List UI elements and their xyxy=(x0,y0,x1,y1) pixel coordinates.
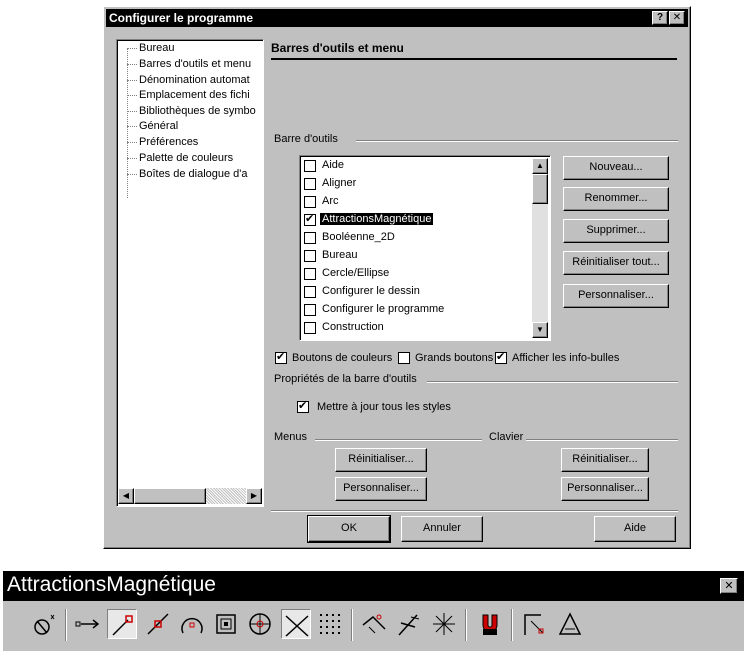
reset-all-button[interactable]: Réinitialiser tout... xyxy=(563,251,669,275)
large-buttons-checkbox[interactable] xyxy=(398,352,410,364)
snap-angle-icon[interactable] xyxy=(519,609,549,639)
color-buttons-label: Boutons de couleurs xyxy=(292,352,393,364)
snap-to-midpoint-icon[interactable] xyxy=(143,609,173,639)
configure-program-dialog: Configurer le programme ? ✕ Bureau Barre… xyxy=(103,6,691,549)
tree-item-general[interactable]: Général xyxy=(139,120,178,132)
list-vertical-scrollbar[interactable]: ▲ ▼ xyxy=(532,158,548,338)
snap-to-object-icon[interactable] xyxy=(211,609,241,639)
tree-item-boites-dialogue[interactable]: Boîtes de dialogue d'a xyxy=(139,168,248,180)
snap-to-grid-icon[interactable] xyxy=(315,609,345,639)
snap-toolbar-buttons xyxy=(3,601,744,651)
rename-toolbar-button[interactable]: Renommer... xyxy=(563,187,669,211)
dialog-titlebar: Configurer le programme ? ✕ xyxy=(106,9,688,27)
list-item[interactable]: Aligner xyxy=(304,176,532,192)
tree-item-bibliotheques[interactable]: Bibliothèques de symbo xyxy=(139,105,256,117)
new-toolbar-button[interactable]: Nouveau... xyxy=(563,156,669,180)
toolbar-close-button[interactable]: ✕ xyxy=(720,578,738,594)
magnet-icon[interactable] xyxy=(475,609,505,639)
toolbar-checkbox[interactable] xyxy=(304,178,316,190)
scroll-thumb[interactable] xyxy=(532,174,548,204)
toolbar-checkbox[interactable] xyxy=(304,212,316,226)
tree-item-denomination[interactable]: Dénomination automat xyxy=(139,74,250,86)
toolbar-title: AttractionsMagnétique xyxy=(7,573,216,596)
list-item[interactable]: Booléenne_2D xyxy=(304,230,532,246)
toolbar-checkbox[interactable] xyxy=(304,196,316,208)
snap-to-center-icon[interactable] xyxy=(177,609,207,639)
close-icon: ✕ xyxy=(724,580,734,592)
tree-connector xyxy=(127,48,128,198)
snap-to-endpoint-icon[interactable] xyxy=(107,609,137,639)
toolbar-titlebar[interactable]: AttractionsMagnétique ✕ xyxy=(3,571,744,601)
toolbar-checkbox[interactable] xyxy=(304,160,316,172)
snap-to-intersection-icon[interactable] xyxy=(281,609,311,639)
toolbar-checkbox[interactable] xyxy=(304,250,316,262)
large-buttons-label: Grands boutons xyxy=(415,352,494,364)
cancel-button[interactable]: Annuler xyxy=(401,516,483,542)
tree-item-preferences[interactable]: Préférences xyxy=(139,136,198,148)
snap-to-perpendicular-icon[interactable] xyxy=(393,609,423,639)
section-title: Barres d'outils et menu xyxy=(271,41,404,55)
list-item[interactable]: Configurer le programme xyxy=(304,302,532,318)
snap-to-free-icon[interactable] xyxy=(73,609,103,639)
snap-triangle-icon[interactable] xyxy=(555,609,585,639)
toolbar-group-label: Barre d'outils xyxy=(274,133,338,145)
keyboard-label: Clavier xyxy=(489,431,524,443)
section-title-underline xyxy=(271,58,677,60)
menus-customize-button[interactable]: Personnaliser... xyxy=(335,477,427,501)
list-item[interactable]: Arc xyxy=(304,194,532,210)
tree-item-emplacement[interactable]: Emplacement des fichi xyxy=(139,89,250,101)
update-styles-checkbox[interactable] xyxy=(297,399,309,413)
list-item[interactable]: Cercle/Ellipse xyxy=(304,266,532,282)
scroll-left-icon[interactable]: ◀ xyxy=(118,488,134,504)
help-bottom-button[interactable]: Aide xyxy=(594,516,676,542)
scroll-right-icon[interactable]: ▶ xyxy=(246,488,262,504)
toolbar-list[interactable]: Aide Aligner Arc AttractionsMagnétique B… xyxy=(299,155,551,341)
update-styles-label: Mettre à jour tous les styles xyxy=(317,401,451,413)
list-item-selected[interactable]: AttractionsMagnétique xyxy=(304,212,532,228)
snap-toggle-icon[interactable] xyxy=(29,609,59,639)
menus-reset-button[interactable]: Réinitialiser... xyxy=(335,448,427,472)
toolbar-checkbox[interactable] xyxy=(304,322,316,334)
dialog-title: Configurer le programme xyxy=(109,11,254,25)
close-icon: ✕ xyxy=(672,12,682,23)
toolbar-properties-label: Propriétés de la barre d'outils xyxy=(274,373,417,385)
scroll-up-icon[interactable]: ▲ xyxy=(532,158,548,174)
ok-button[interactable]: OK xyxy=(307,515,391,543)
keyboard-customize-button[interactable]: Personnaliser... xyxy=(561,477,649,501)
snap-to-quadrant-icon[interactable] xyxy=(245,609,275,639)
toolbar-checkbox[interactable] xyxy=(304,286,316,298)
tree-item-barres-outils[interactable]: Barres d'outils et menu xyxy=(139,58,251,70)
toolbar-checkbox[interactable] xyxy=(304,232,316,244)
list-item[interactable]: Aide xyxy=(304,158,532,174)
list-item[interactable]: Bureau xyxy=(304,248,532,264)
snap-to-nearest-icon[interactable] xyxy=(429,609,459,639)
snap-to-tangent-icon[interactable] xyxy=(359,609,389,639)
tree-horizontal-scrollbar[interactable]: ◀ ▶ xyxy=(118,488,262,504)
delete-toolbar-button[interactable]: Supprimer... xyxy=(563,219,669,243)
scroll-down-icon[interactable]: ▼ xyxy=(532,322,548,338)
tree-item-bureau[interactable]: Bureau xyxy=(139,42,174,54)
list-item[interactable]: Configurer le dessin xyxy=(304,284,532,300)
color-buttons-checkbox[interactable] xyxy=(275,350,287,364)
menus-label: Menus xyxy=(274,431,308,443)
list-item[interactable]: Construction xyxy=(304,320,532,336)
tooltips-label: Afficher les info-bulles xyxy=(512,352,620,364)
customize-toolbar-button[interactable]: Personnaliser... xyxy=(563,284,669,308)
tree-item-palette[interactable]: Palette de couleurs xyxy=(139,152,233,164)
keyboard-reset-button[interactable]: Réinitialiser... xyxy=(561,448,649,472)
tooltips-checkbox[interactable] xyxy=(495,350,507,364)
snap-toolbar-window: AttractionsMagnétique ✕ xyxy=(3,571,744,651)
toolbar-checkbox[interactable] xyxy=(304,268,316,280)
toolbar-checkbox[interactable] xyxy=(304,304,316,316)
settings-tree[interactable]: Bureau Barres d'outils et menu Dénominat… xyxy=(116,39,264,507)
close-button[interactable]: ✕ xyxy=(669,11,685,25)
help-button[interactable]: ? xyxy=(652,11,668,25)
scroll-thumb[interactable] xyxy=(134,488,206,504)
